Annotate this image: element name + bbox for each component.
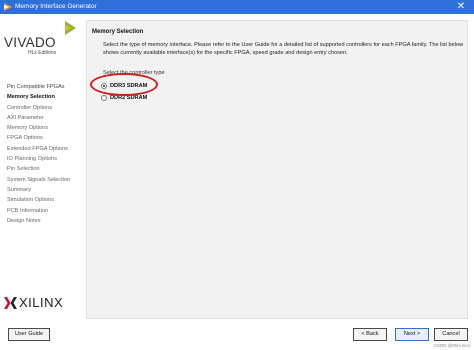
sidebar-item-memory-selection[interactable]: Memory Selection [7, 92, 85, 102]
close-icon[interactable]: ✕ [448, 0, 474, 14]
sidebar-item-axi-parameter[interactable]: AXI Parameter [7, 113, 85, 123]
sidebar-item-pin-selection[interactable]: Pin Selection [7, 164, 85, 174]
vendor-name: XILINX [19, 295, 64, 310]
vivado-logo-icon [65, 21, 76, 35]
sidebar-item-io-planning-options[interactable]: IO Planning Options [7, 154, 85, 164]
sidebar-item-fpga-options[interactable]: FPGA Options [7, 133, 85, 143]
sidebar-item-controller-options[interactable]: Controller Options [7, 103, 85, 113]
xilinx-logo: XILINX [4, 294, 84, 312]
back-button[interactable]: < Back [353, 328, 387, 341]
product-edition: HLx Editions [28, 50, 57, 56]
sidebar-item-summary[interactable]: Summary [7, 185, 85, 195]
user-guide-button[interactable]: User Guide [8, 328, 50, 341]
sidebar-item-extended-fpga-options[interactable]: Extended FPGA Options [7, 144, 85, 154]
watermark: CSDN @IW-Lince [433, 343, 470, 348]
window-title: Memory Interface Generator [15, 3, 97, 10]
sidebar: VIVADO HLx Editions Pin Compatible FPGAs… [0, 14, 86, 319]
page-description: Select the type of memory interface. Ple… [103, 42, 464, 56]
radio-button[interactable] [101, 95, 107, 101]
next-button[interactable]: Next > [395, 328, 429, 341]
cancel-button[interactable]: Cancel [434, 328, 468, 341]
page-title: Memory Selection [92, 29, 144, 35]
sidebar-item-memory-options[interactable]: Memory Options [7, 123, 85, 133]
sidebar-item-pin-compatible-fpgas[interactable]: Pin Compatible FPGAs [7, 82, 85, 92]
xilinx-logo-icon [4, 297, 17, 309]
wizard-steps: Pin Compatible FPGAs Memory Selection Cont… [7, 82, 85, 226]
memory-selection-panel: Memory Selection Select the type of memo… [86, 20, 468, 319]
title-bar: Memory Interface Generator ✕ [0, 0, 474, 14]
sidebar-item-simulation-options[interactable]: Simulation Options [7, 195, 85, 205]
vivado-logo: VIVADO HLx Editions [4, 21, 84, 63]
button-bar: User Guide < Back Next > Cancel CSDN @IW… [0, 319, 474, 350]
sidebar-item-pcb-information[interactable]: PCB Information [7, 206, 85, 216]
sidebar-item-system-signals-selection[interactable]: System Signals Selection [7, 175, 85, 185]
app-icon [4, 3, 12, 11]
highlight-annotation [90, 73, 158, 96]
product-name: VIVADO [4, 35, 56, 50]
sidebar-item-design-notes[interactable]: Design Notes [7, 216, 85, 226]
